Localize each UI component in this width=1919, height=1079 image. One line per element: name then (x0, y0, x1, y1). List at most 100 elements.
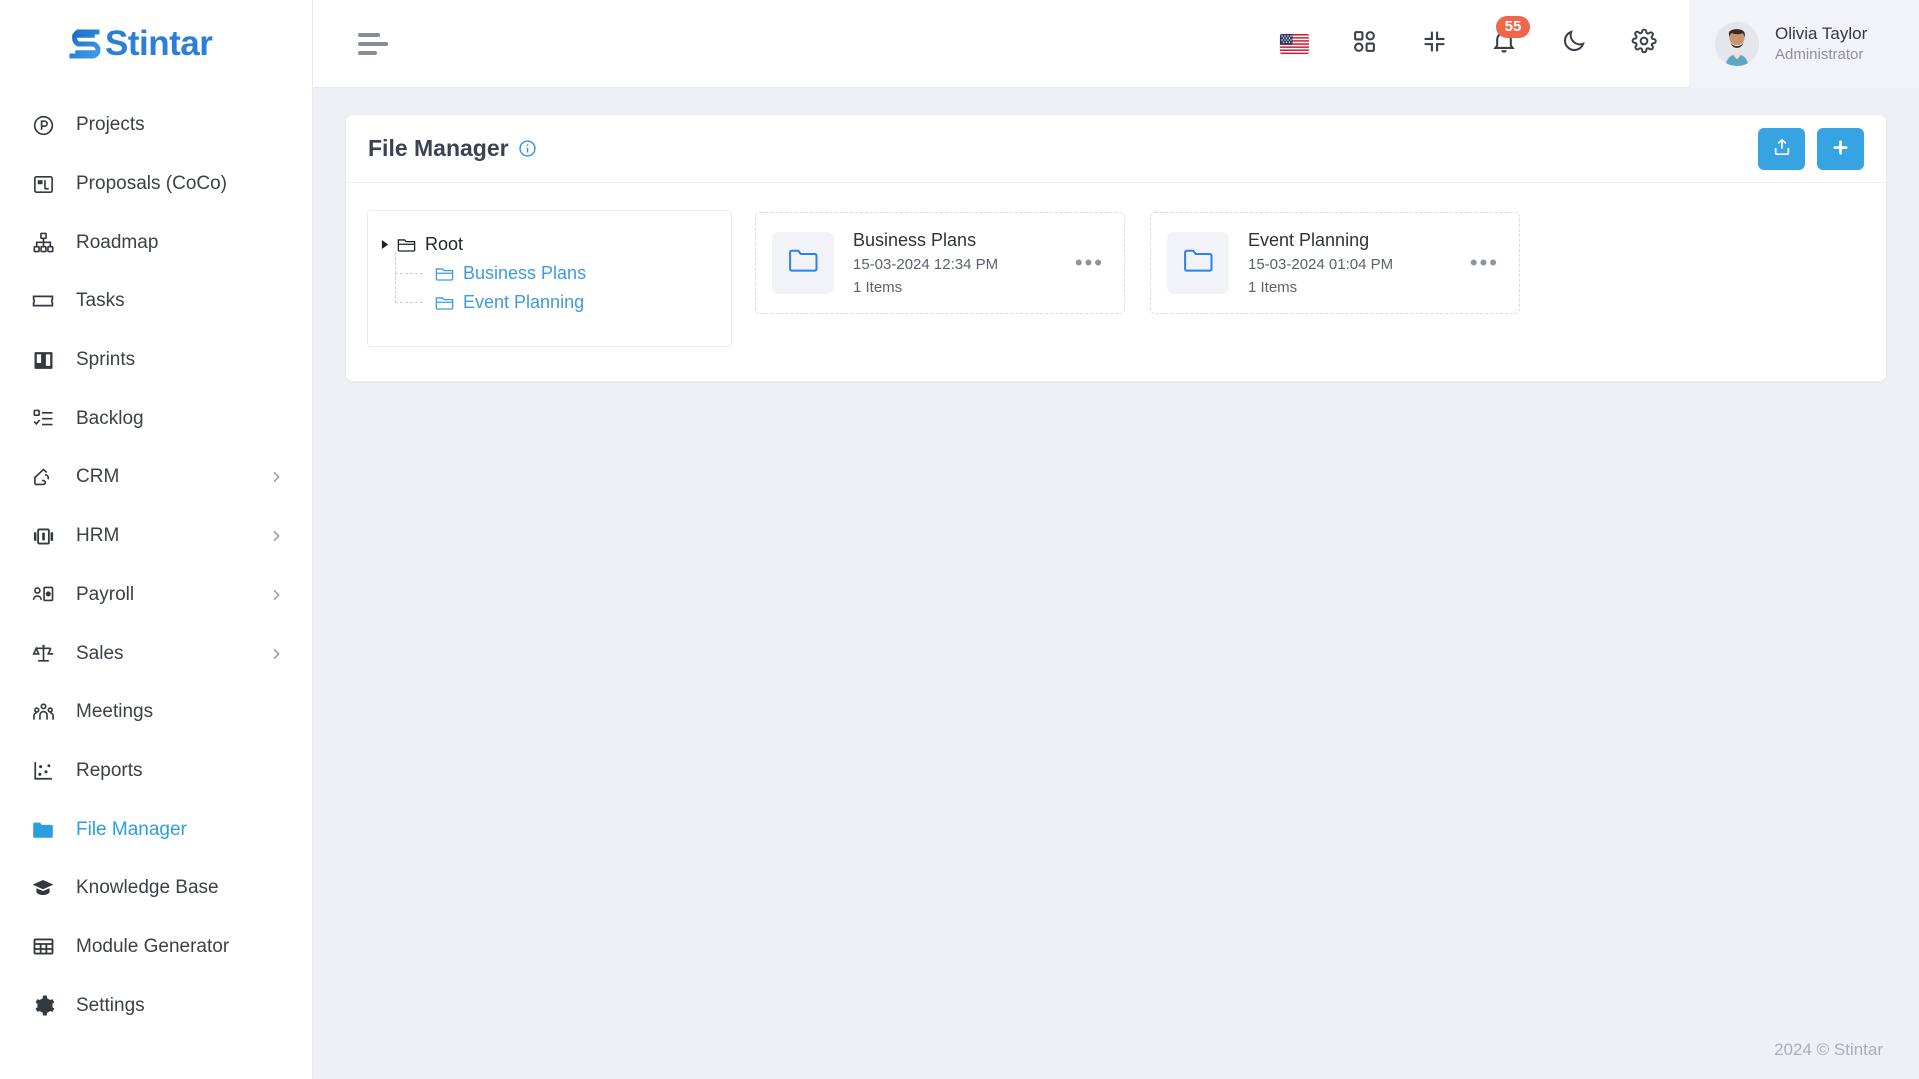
info-circle-icon[interactable] (518, 139, 537, 158)
more-options-icon[interactable]: ••• (1071, 246, 1108, 280)
logo[interactable]: Stintar (0, 0, 312, 88)
us-flag-icon (1279, 33, 1309, 54)
tree-node-root[interactable]: Root (368, 230, 731, 259)
sidebar-item-label: HRM (76, 525, 120, 547)
folder-open-icon (397, 236, 416, 253)
plus-icon (1830, 137, 1851, 161)
folder-name: Event Planning (1248, 230, 1370, 250)
sidebar-item-label: Meetings (76, 701, 154, 723)
sidebar-item-projects[interactable]: Projects (0, 96, 312, 155)
graduation-cap-icon (30, 875, 56, 901)
sidebar-item-sprints[interactable]: Sprints (0, 331, 312, 390)
sidebar-item-label: Sprints (76, 349, 136, 371)
chevron-right-icon (268, 469, 284, 485)
sidebar-nav: Projects Proposals (CoCo) Roadmap Tasks … (0, 88, 312, 1079)
compress-icon (1422, 29, 1447, 59)
sidebar-item-reports[interactable]: Reports (0, 742, 312, 801)
board-icon (30, 347, 56, 373)
sidebar-item-crm[interactable]: CRM (0, 448, 312, 507)
sidebar-item-backlog[interactable]: Backlog (0, 389, 312, 448)
folder-item-count: 1 Items (1248, 279, 1298, 296)
settings-button[interactable] (1616, 16, 1672, 72)
sidebar-item-payroll[interactable]: Payroll (0, 566, 312, 625)
main-area: 55 Olivia Taylor Administrator File Mana… (313, 0, 1919, 1079)
logo-mark-icon (66, 26, 104, 62)
chevron-right-icon (268, 646, 284, 662)
more-options-icon[interactable]: ••• (1466, 246, 1503, 280)
notifications-button[interactable]: 55 (1476, 15, 1532, 72)
fullscreen-toggle[interactable] (1406, 16, 1462, 72)
scales-icon (30, 641, 56, 667)
ticket-icon (30, 288, 56, 314)
sidebar-item-label: Roadmap (76, 231, 159, 253)
folder-info: Event Planning 15-03-2024 01:04 PM 1 Ite… (1248, 227, 1458, 299)
apps-grid-icon (1352, 29, 1377, 59)
sidebar-item-file-manager[interactable]: File Manager (0, 800, 312, 859)
card-body: Root Business Plans Event Planning Busin… (346, 183, 1886, 381)
user-profile[interactable]: Olivia Taylor Administrator (1689, 0, 1919, 88)
tree-connector (395, 272, 435, 317)
moon-icon (1561, 28, 1587, 59)
folder-thumbnail (772, 232, 834, 294)
grid-table-icon (30, 934, 56, 960)
sidebar-item-label: File Manager (76, 818, 187, 840)
sidebar-item-label: Proposals (CoCo) (76, 173, 227, 195)
sidebar-item-roadmap[interactable]: Roadmap (0, 213, 312, 272)
folder-date: 15-03-2024 12:34 PM (853, 256, 999, 273)
content-area: File Manager Root Business Plans Event P… (313, 88, 1919, 1021)
sidebar-item-hrm[interactable]: HRM (0, 507, 312, 566)
folder-card[interactable]: Event Planning 15-03-2024 01:04 PM 1 Ite… (1150, 212, 1520, 314)
avatar (1715, 21, 1759, 66)
upload-icon (1772, 137, 1792, 160)
folder-card[interactable]: Business Plans 15-03-2024 12:34 PM 1 Ite… (755, 212, 1125, 314)
user-name: Olivia Taylor (1775, 23, 1868, 43)
tree-node-event-planning[interactable]: Event Planning (368, 272, 731, 317)
page-title: File Manager (368, 135, 537, 162)
folder-item-count: 1 Items (853, 279, 903, 296)
sidebar-item-module-generator[interactable]: Module Generator (0, 918, 312, 977)
sidebar-item-label: Backlog (76, 407, 144, 429)
sidebar-item-label: CRM (76, 466, 120, 488)
sidebar-item-settings[interactable]: Settings (0, 976, 312, 1035)
copyright-text: 2024 © Stintar (1774, 1040, 1883, 1059)
tree-node-business-plans[interactable]: Business Plans (368, 252, 731, 288)
app-root: Stintar Projects Proposals (CoCo) Roadma… (0, 0, 1919, 1079)
folder-icon (788, 248, 819, 279)
sidebar-item-proposals[interactable]: Proposals (CoCo) (0, 155, 312, 214)
folder-name: Business Plans (853, 230, 977, 250)
folder-open-icon (435, 265, 454, 282)
hamburger-icon[interactable] (358, 32, 392, 55)
page-title-text: File Manager (368, 135, 509, 161)
card-header-actions (1758, 127, 1864, 170)
sidebar-item-knowledge-base[interactable]: Knowledge Base (0, 859, 312, 918)
apps-grid-button[interactable] (1336, 16, 1392, 72)
person-money-icon (30, 582, 56, 608)
tree-connector (395, 252, 435, 288)
add-button[interactable] (1817, 127, 1864, 170)
sidebar-item-label: Module Generator (76, 935, 230, 957)
theme-toggle[interactable] (1546, 16, 1602, 72)
user-role: Administrator (1775, 45, 1864, 63)
sidebar-item-label: Reports (76, 759, 143, 781)
footer: 2024 © Stintar (313, 1021, 1919, 1079)
tree-node-label: Business Plans (463, 263, 587, 283)
user-info: Olivia Taylor Administrator (1775, 23, 1867, 65)
language-selector[interactable] (1266, 16, 1322, 72)
gear-icon (1631, 28, 1657, 59)
sidebar-item-meetings[interactable]: Meetings (0, 683, 312, 742)
file-manager-card: File Manager Root Business Plans Event P… (346, 115, 1886, 381)
hierarchy-icon (30, 230, 56, 256)
folder-grid: Business Plans 15-03-2024 12:34 PM 1 Ite… (755, 210, 1860, 314)
folder-filled-icon (30, 817, 56, 843)
circle-p-icon (30, 112, 56, 138)
sidebar-item-sales[interactable]: Sales (0, 624, 312, 683)
folder-tree: Root Business Plans Event Planning (367, 210, 732, 347)
caret-right-icon[interactable] (381, 239, 397, 250)
upload-button[interactable] (1758, 127, 1805, 170)
gear-icon (30, 993, 56, 1019)
scatter-chart-icon (30, 758, 56, 784)
notification-badge: 55 (1496, 15, 1530, 38)
topbar-actions: 55 Olivia Taylor Administrator (1259, 0, 1919, 88)
checklist-icon (30, 406, 56, 432)
sidebar-item-tasks[interactable]: Tasks (0, 272, 312, 331)
